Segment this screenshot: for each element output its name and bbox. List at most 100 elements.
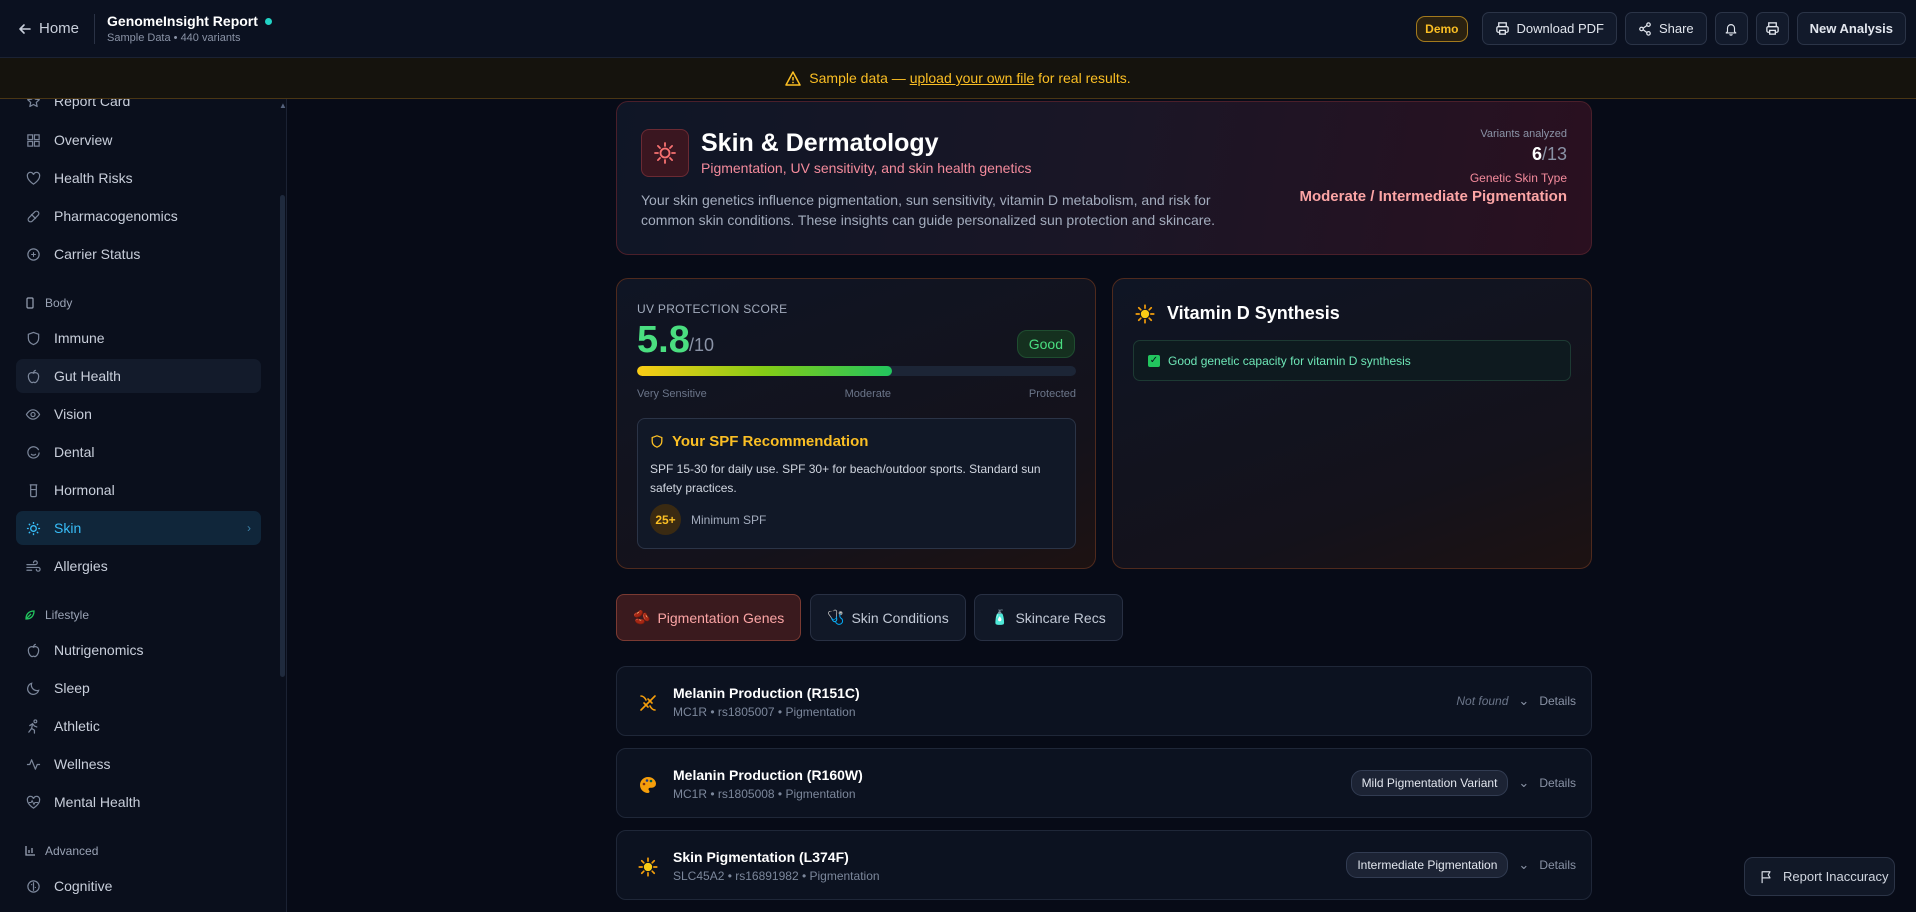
heart-icon: [24, 169, 42, 187]
sidebar-scroll-thumb[interactable]: [280, 195, 285, 677]
sidebar-item-label: Report Card: [54, 99, 131, 109]
gene-row[interactable]: Melanin Production (R151C) MC1R • rs1805…: [616, 666, 1592, 736]
apple-icon: [24, 641, 42, 659]
sidebar-item-report-card[interactable]: Report Card: [16, 99, 261, 118]
spf-minimum: 25+ Minimum SPF: [650, 504, 766, 535]
sidebar-item-label: Athletic: [54, 718, 100, 734]
sidebar-item-mental-health[interactable]: Mental Health: [16, 785, 261, 819]
sidebar-item-label: Nutrigenomics: [54, 642, 144, 658]
report-inaccuracy-button[interactable]: Report Inaccuracy: [1744, 857, 1895, 896]
new-analysis-button[interactable]: New Analysis: [1796, 12, 1906, 45]
sidebar-item-gut-health[interactable]: Gut Health: [16, 359, 261, 393]
upload-file-link[interactable]: upload your own file: [910, 70, 1035, 86]
uv-progress-bar: [637, 366, 1076, 376]
gene-meta: MC1R • rs1805007 • Pigmentation: [673, 705, 856, 719]
sidebar-item-sleep[interactable]: Sleep: [16, 671, 261, 705]
printer-icon: [1495, 21, 1510, 36]
gene-row[interactable]: Melanin Production (R160W) MC1R • rs1805…: [616, 748, 1592, 818]
share-label: Share: [1658, 21, 1694, 36]
details-link[interactable]: Details: [1539, 694, 1576, 708]
sidebar-item-label: Mental Health: [54, 794, 141, 810]
sidebar-item-pharmacogenomics[interactable]: Pharmacogenomics: [16, 199, 261, 233]
home-link[interactable]: Home: [18, 20, 79, 37]
top-actions: Demo Download PDF Share New Analysis: [1416, 12, 1906, 45]
gene-actions: Intermediate Pigmentation ⌄ Details: [1346, 831, 1576, 899]
details-link[interactable]: Details: [1539, 776, 1576, 790]
tab-label: Pigmentation Genes: [657, 609, 785, 626]
sidebar-item-wellness[interactable]: Wellness: [16, 747, 261, 781]
page-title: Skin & Dermatology: [701, 129, 939, 157]
tab-pigmentation-genes[interactable]: 🫘 Pigmentation Genes: [616, 594, 802, 641]
dna-icon: [637, 692, 659, 714]
sidebar-item-skin[interactable]: Skin ›: [16, 511, 261, 545]
chevron-down-icon[interactable]: ⌄: [1518, 857, 1529, 873]
leaf-icon: [24, 609, 36, 621]
spf-text: SPF 15-30 for daily use. SPF 30+ for bea…: [650, 462, 1041, 495]
sun-icon: [1135, 303, 1155, 324]
sidebar-item-cognitive[interactable]: Cognitive: [16, 869, 261, 903]
tab-skincare-recs[interactable]: 🧴 Skincare Recs: [974, 594, 1123, 641]
sidebar-item-label: Pharmacogenomics: [54, 208, 178, 224]
sidebar-item-label: Vision: [54, 406, 92, 422]
sidebar-item-health-risks[interactable]: Health Risks: [16, 161, 261, 195]
uv-protection-card: UV PROTECTION SCORE 5.8 /10 Good Very Se…: [616, 278, 1096, 569]
uv-score-value: 5.8: [637, 319, 690, 361]
sidebar-scrollbar[interactable]: [280, 107, 285, 912]
sidebar-item-label: Allergies: [54, 558, 108, 574]
sample-data-banner: Sample data — upload your own file for r…: [0, 58, 1916, 99]
sidebar-item-label: Skin: [54, 520, 82, 536]
chevron-down-icon[interactable]: ⌄: [1518, 693, 1529, 709]
gene-status: Not found: [1456, 694, 1509, 708]
sidebar-item-label: Hormonal: [54, 482, 115, 498]
sidebar-item-allergies[interactable]: Allergies: [16, 549, 261, 583]
share-icon: [1638, 21, 1652, 36]
sidebar-item-carrier-status[interactable]: Carrier Status: [16, 237, 261, 271]
sidebar-item-label: Immune: [54, 330, 105, 346]
sidebar-item-vision[interactable]: Vision: [16, 397, 261, 431]
details-link[interactable]: Details: [1539, 858, 1576, 872]
gene-name: Melanin Production (R160W): [673, 767, 863, 783]
vitamin-d-title: Vitamin D Synthesis: [1167, 303, 1340, 323]
notifications-button[interactable]: [1714, 12, 1748, 45]
scale-mid-label: Moderate: [844, 388, 892, 400]
apple-icon: [24, 367, 42, 385]
skin-type-label: Genetic Skin Type: [1469, 171, 1567, 185]
lotion-icon: 🧴: [991, 609, 1009, 625]
body-icon: [24, 297, 36, 309]
sidebar-item-overview[interactable]: Overview: [16, 123, 261, 157]
share-button[interactable]: Share: [1624, 12, 1707, 45]
uv-score-max: /10: [689, 335, 715, 355]
vitamin-d-note-text: Good genetic capacity for vitamin D synt…: [1168, 353, 1411, 368]
gene-row[interactable]: Skin Pigmentation (L374F) SLC45A2 • rs16…: [616, 830, 1592, 900]
arrow-left-icon: [18, 22, 32, 36]
sidebar-item-hormonal[interactable]: Hormonal: [16, 473, 261, 507]
chevron-down-icon[interactable]: ⌄: [1518, 775, 1529, 791]
sidebar-item-nutrigenomics[interactable]: Nutrigenomics: [16, 633, 261, 667]
download-pdf-button[interactable]: Download PDF: [1481, 12, 1617, 45]
divider: [94, 13, 96, 44]
sidebar-item-dental[interactable]: Dental: [16, 435, 261, 469]
gene-name: Skin Pigmentation (L374F): [673, 849, 849, 865]
gene-actions: Mild Pigmentation Variant ⌄ Details: [1350, 749, 1576, 817]
spf-recommendation: Your SPF Recommendation SPF 15-30 for da…: [637, 418, 1076, 549]
demo-badge: Demo: [1416, 15, 1468, 42]
shield-icon: [24, 245, 42, 263]
flask-icon: [24, 481, 42, 499]
sidebar-item-label: Sleep: [54, 680, 90, 696]
grid-icon: [24, 131, 42, 149]
printer-icon: [1765, 21, 1780, 36]
spf-min-label: Minimum SPF: [691, 512, 767, 527]
palette-icon: [637, 774, 659, 796]
report-subtitle: Sample Data • 440 variants: [107, 32, 241, 44]
sidebar-item-immune[interactable]: Immune: [16, 321, 261, 355]
sidebar-item-athletic[interactable]: Athletic: [16, 709, 261, 743]
print-button[interactable]: [1755, 12, 1789, 45]
variants-analyzed-value: 6/13: [1299, 144, 1567, 165]
report-title-block: GenomeInsight Report Sample Data • 440 v…: [107, 13, 272, 44]
sidebar-item-label: Dental: [54, 444, 95, 460]
section-advanced: Advanced: [24, 844, 98, 858]
page-description: Your skin genetics influence pigmentatio…: [641, 192, 1216, 228]
sun-icon: [637, 856, 659, 878]
tab-skin-conditions[interactable]: 🩺 Skin Conditions: [810, 594, 966, 641]
vitamin-d-heading: Vitamin D Synthesis: [1135, 303, 1340, 324]
